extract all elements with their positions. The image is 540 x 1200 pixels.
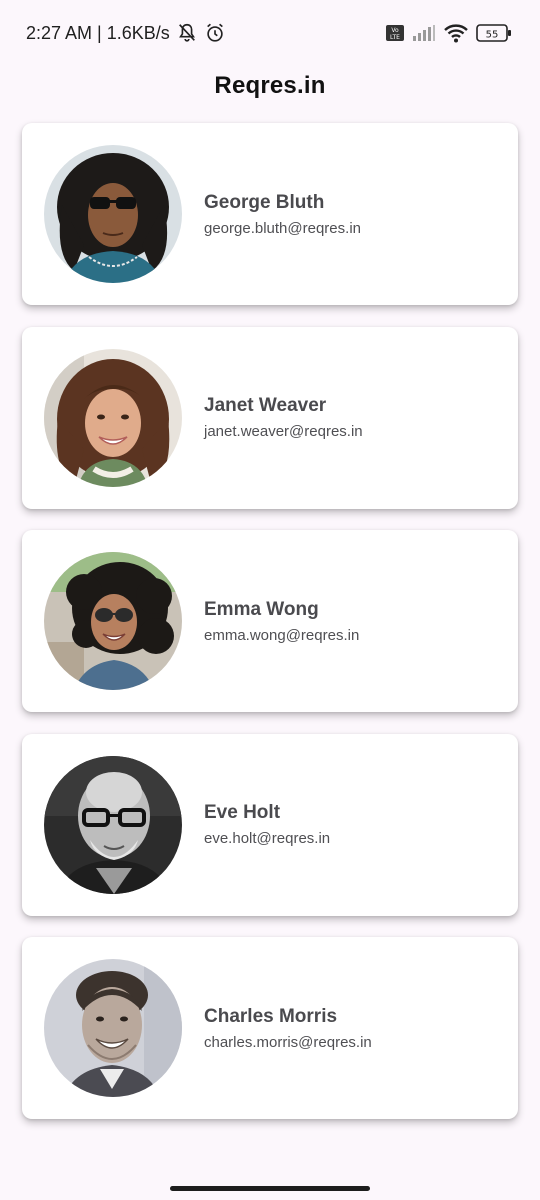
battery-level: 55 bbox=[486, 30, 499, 41]
user-card[interactable]: Janet Weaver janet.weaver@reqres.in bbox=[22, 326, 518, 509]
user-list: George Bluth george.bluth@reqres.in Jane… bbox=[22, 123, 518, 1141]
signal-icon bbox=[412, 25, 436, 41]
charles-avatar bbox=[44, 959, 182, 1097]
home-indicator[interactable] bbox=[170, 1186, 370, 1191]
user-email: emma.wong@reqres.in bbox=[204, 626, 360, 644]
user-info: Janet Weaver janet.weaver@reqres.in bbox=[204, 395, 363, 440]
eve-avatar bbox=[44, 755, 182, 894]
battery-icon: 55 bbox=[476, 24, 512, 42]
status-right: Vo LTE 55 bbox=[386, 23, 512, 43]
george-avatar bbox=[44, 145, 182, 283]
status-bar: 2:27 AM | 1.6KB/s Vo LTE 55 bbox=[0, 0, 540, 66]
user-email: george.bluth@reqres.in bbox=[204, 219, 361, 237]
status-time-speed: 2:27 AM | 1.6KB/s bbox=[26, 22, 170, 43]
user-name: Emma Wong bbox=[204, 598, 319, 620]
svg-text:Vo: Vo bbox=[391, 27, 399, 34]
app-bar: Reqres.in bbox=[0, 66, 540, 106]
user-email: janet.weaver@reqres.in bbox=[204, 423, 363, 440]
volte-icon: Vo LTE bbox=[386, 25, 404, 41]
user-card[interactable]: Eve Holt eve.holt@reqres.in bbox=[22, 733, 518, 916]
user-card[interactable]: George Bluth george.bluth@reqres.in bbox=[22, 123, 518, 305]
user-info: George Bluth george.bluth@reqres.in bbox=[204, 192, 361, 237]
user-info: Emma Wong emma.wong@reqres.in bbox=[204, 599, 359, 644]
user-card[interactable]: Charles Morris charles.morris@reqres.in bbox=[22, 937, 518, 1119]
janet-avatar bbox=[44, 348, 182, 487]
svg-text:LTE: LTE bbox=[390, 34, 400, 41]
wifi-icon bbox=[444, 23, 468, 43]
user-name: George Bluth bbox=[204, 191, 325, 213]
user-email: charles.morris@reqres.in bbox=[204, 1033, 372, 1051]
user-info: Eve Holt eve.holt@reqres.in bbox=[204, 802, 330, 847]
alarm-icon bbox=[204, 22, 226, 44]
status-left: 2:27 AM | 1.6KB/s bbox=[26, 22, 226, 44]
user-name: Janet Weaver bbox=[204, 395, 327, 416]
emma-avatar bbox=[44, 552, 182, 690]
page-title: Reqres.in bbox=[214, 72, 326, 99]
user-email: eve.holt@reqres.in bbox=[204, 830, 331, 847]
bell-muted-icon bbox=[176, 22, 198, 44]
user-name: Charles Morris bbox=[204, 1005, 338, 1027]
user-card[interactable]: Emma Wong emma.wong@reqres.in bbox=[22, 530, 518, 712]
user-name: Eve Holt bbox=[204, 802, 281, 823]
user-info: Charles Morris charles.morris@reqres.in bbox=[204, 1006, 372, 1051]
